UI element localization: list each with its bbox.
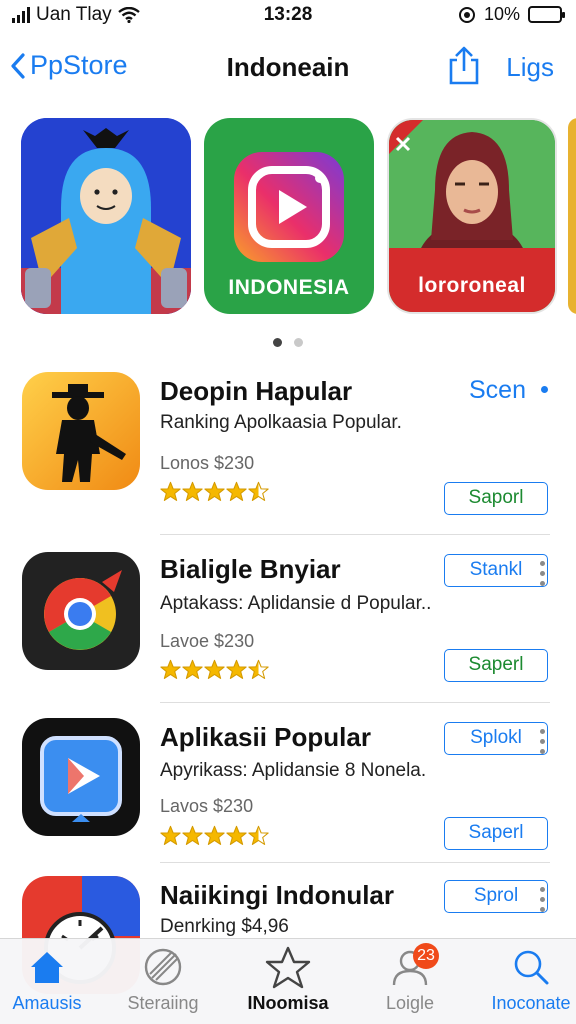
- tab-label: Steraiing: [127, 993, 199, 1013]
- tab-bar: Amausis Steraiing INoomisa 23 Loigle Ino…: [0, 938, 576, 1024]
- tab-search[interactable]: Inoconate: [476, 945, 576, 1014]
- status-right: 10%: [458, 4, 565, 25]
- app-subtitle: Denrking $4,96: [160, 916, 289, 937]
- cowboy-silhouette-icon: [52, 384, 126, 482]
- see-all-dot: [541, 386, 548, 393]
- star-rating-icon: [204, 659, 225, 679]
- more-options-icon[interactable]: [540, 561, 545, 586]
- star-rating-icon: [226, 481, 247, 501]
- star-rating-icon: [160, 659, 181, 679]
- open-button[interactable]: Splokl: [444, 722, 548, 755]
- app-name[interactable]: Deopin Hapular: [160, 376, 352, 407]
- rating-stars: [160, 825, 269, 846]
- star-rating-icon: [182, 481, 203, 501]
- tab-label: Amausis: [12, 993, 82, 1013]
- page-title: Indoneain: [226, 52, 350, 82]
- home-icon: [31, 952, 63, 983]
- row-divider: [160, 534, 550, 535]
- star-rating-icon: [182, 825, 203, 845]
- page-dot[interactable]: [273, 338, 282, 347]
- more-options-icon[interactable]: [540, 729, 545, 754]
- tab-label: Inoconate: [491, 993, 571, 1013]
- game-character-icon: [21, 118, 191, 314]
- app-subtitle: Ranking Apolkaasia Popular.: [160, 412, 402, 433]
- row-divider: [160, 862, 550, 863]
- star-rating-icon: [248, 659, 269, 679]
- featured-caption: INDONESIA: [228, 276, 350, 299]
- star-rating-icon: [204, 825, 225, 845]
- search-icon: [514, 950, 549, 985]
- app-subtitle: Apyrikass: Aplidansie 8 Nonela.: [160, 760, 427, 781]
- app-subtitle: Aptakass: Aplidansie d Popular..: [160, 593, 432, 614]
- star-rating-icon: [160, 825, 181, 845]
- more-options-icon[interactable]: [540, 887, 545, 912]
- tab-featured[interactable]: INoomisa: [233, 945, 343, 1014]
- tab-account[interactable]: 23 Loigle: [355, 943, 465, 1014]
- star-rating-icon: [226, 659, 247, 679]
- star-icon: [265, 946, 311, 989]
- app-name[interactable]: Naiikingi Indonular: [160, 880, 394, 911]
- play-app-icon: [22, 718, 140, 836]
- star-rating-icon: [226, 825, 247, 845]
- featured-caption: lororoneal: [418, 274, 526, 297]
- star-rating-icon: [160, 481, 181, 501]
- notification-badge: 23: [413, 943, 439, 969]
- chrome-app-icon: [22, 552, 140, 670]
- app-price: Lavos $230: [160, 796, 254, 816]
- tab-home[interactable]: Amausis: [0, 945, 102, 1014]
- tab-label: Loigle: [385, 993, 435, 1013]
- app-price: Lavoe $230: [160, 631, 255, 651]
- location-icon: [458, 6, 475, 23]
- tab-label: INoomisa: [247, 993, 329, 1013]
- rating-stars: [160, 659, 269, 680]
- get-button[interactable]: Saperl: [444, 649, 548, 682]
- share-icon: [449, 46, 479, 85]
- status-bar: Uan Tlay 13:28 10%: [0, 0, 576, 32]
- carousel-page-indicator[interactable]: [0, 338, 576, 347]
- star-rating-icon: [204, 481, 225, 501]
- open-button[interactable]: Sprol: [444, 880, 548, 913]
- featured-carousel[interactable]: INDONESIA lororoneal: [0, 118, 576, 318]
- nav-right-link[interactable]: Ligs: [506, 52, 554, 83]
- get-button[interactable]: Saperl: [444, 817, 548, 850]
- play-store-icon: [40, 736, 122, 822]
- star-rating-icon: [182, 659, 203, 679]
- star-rating-icon: [248, 481, 269, 501]
- app-name[interactable]: Bialigle Bnyiar: [160, 554, 341, 585]
- rocket-icon: [144, 948, 182, 986]
- navigation-bar: PpStore Indoneain Ligs: [0, 40, 576, 96]
- page-dot[interactable]: [294, 338, 303, 347]
- row-divider: [160, 702, 550, 703]
- featured-card-peek[interactable]: [568, 118, 576, 314]
- app-price: Lonos $230: [160, 453, 255, 473]
- featured-card-3[interactable]: lororoneal: [387, 118, 557, 314]
- tab-trending[interactable]: Steraiing: [108, 945, 218, 1014]
- rating-stars: [160, 481, 269, 502]
- chrome-icon: [44, 570, 122, 650]
- share-button[interactable]: [446, 46, 482, 91]
- battery-icon: [528, 6, 565, 23]
- featured-card-1[interactable]: [21, 118, 191, 314]
- app-name[interactable]: Aplikasii Popular: [160, 722, 371, 753]
- open-button[interactable]: Stankl: [444, 554, 548, 587]
- featured-card-2[interactable]: INDONESIA: [204, 118, 374, 314]
- battery-percent: 10%: [483, 4, 520, 24]
- see-all-link[interactable]: Scen: [469, 376, 526, 405]
- get-button[interactable]: Saporl: [444, 482, 548, 515]
- star-rating-icon: [248, 825, 269, 845]
- silhouette-app-icon: [22, 372, 140, 490]
